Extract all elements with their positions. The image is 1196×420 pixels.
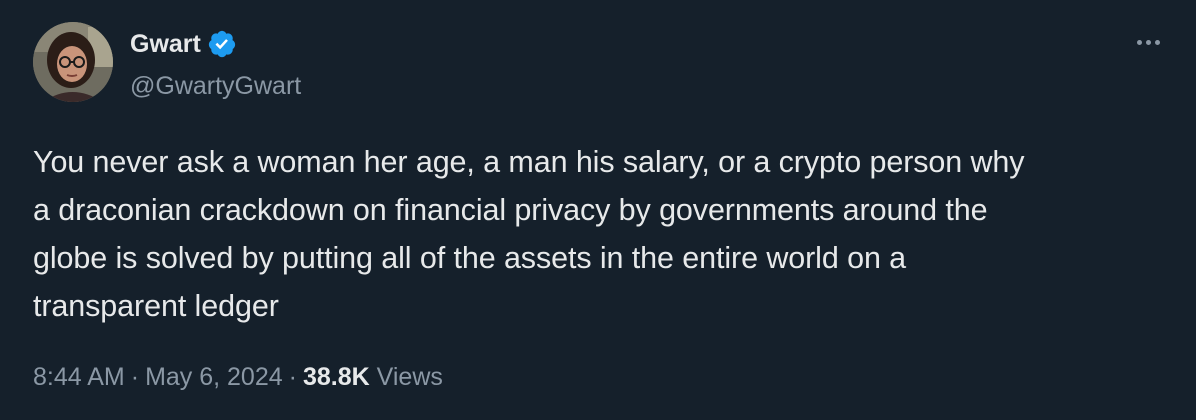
display-name[interactable]: Gwart xyxy=(130,28,201,60)
profile-photo-icon xyxy=(33,22,113,102)
avatar[interactable] xyxy=(33,22,113,102)
tweet-text-line: globe is solved by putting all of the as… xyxy=(33,241,907,275)
views-count[interactable]: 38.8K xyxy=(303,363,370,391)
tweet-text-line: You never ask a woman her age, a man his… xyxy=(33,145,1025,179)
tweet-time[interactable]: 8:44 AM xyxy=(33,363,125,391)
verified-badge-icon[interactable] xyxy=(207,29,237,59)
tweet-text: You never ask a woman her age, a man his… xyxy=(33,138,1173,330)
author-name-row[interactable]: Gwart xyxy=(130,28,237,60)
more-horizontal-icon-dot xyxy=(1154,39,1160,45)
separator: · xyxy=(130,363,140,391)
more-horizontal-icon-dot xyxy=(1145,39,1151,45)
tweet-date[interactable]: May 6, 2024 xyxy=(145,363,283,391)
separator: · xyxy=(288,363,297,391)
tweet-metadata: 8:44 AM · May 6, 2024 · 38.8K Views xyxy=(33,359,443,395)
tweet-text-line: transparent ledger xyxy=(33,289,279,323)
author-handle[interactable]: @GwartyGwart xyxy=(130,70,301,102)
tweet-card: Gwart @GwartyGwart You never ask a woman… xyxy=(0,0,1196,420)
views-label[interactable]: Views xyxy=(377,363,443,391)
more-horizontal-icon xyxy=(1136,39,1142,45)
more-options-button[interactable] xyxy=(1128,30,1168,54)
tweet-text-line: a draconian crackdown on financial priva… xyxy=(33,193,988,227)
